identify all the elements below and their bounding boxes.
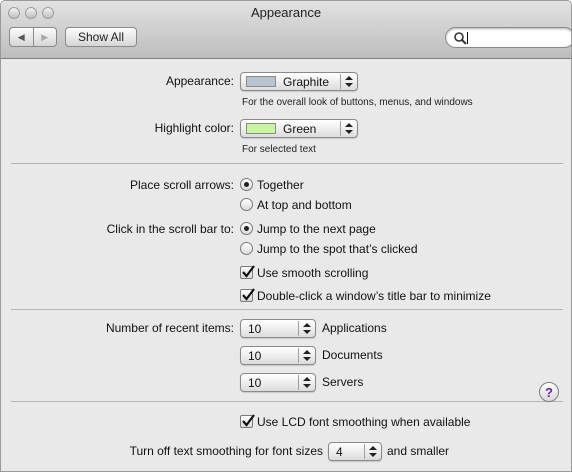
smooth-scrolling-label: Use smooth scrolling [257, 266, 369, 280]
show-all-button[interactable]: Show All [65, 27, 137, 47]
double-click-minimize-checkbox[interactable] [240, 288, 255, 302]
section-divider [11, 401, 563, 402]
window-title: Appearance [250, 5, 322, 20]
radio-jump-to-spot-label: Jump to the spot that’s clicked [257, 242, 418, 256]
checkmark-icon [242, 288, 255, 301]
highlight-color-note: For selected text [242, 144, 316, 155]
appearance-popup[interactable]: Graphite [240, 72, 358, 91]
forward-arrow-icon[interactable]: ▶ [32, 28, 57, 46]
checkmark-icon [242, 265, 255, 278]
back-arrow-icon[interactable]: ◀ [10, 28, 33, 46]
appearance-value: Graphite [283, 75, 330, 89]
scroll-bar-click-label: Click in the scroll bar to: [106, 222, 234, 236]
recent-documents-popup[interactable]: 10 [240, 346, 316, 365]
text-cursor [467, 32, 468, 44]
highlight-color-label: Highlight color: [154, 121, 234, 135]
double-click-minimize-label: Double-click a window’s title bar to min… [257, 289, 491, 303]
highlight-swatch [246, 123, 276, 134]
popup-arrows-icon [298, 375, 314, 390]
appearance-swatch [246, 76, 276, 87]
popup-arrows-icon [364, 444, 380, 459]
text-smoothing-label: Turn off text smoothing for font sizes [129, 444, 323, 458]
search-field[interactable] [445, 27, 571, 48]
radio-selected-dot [244, 182, 249, 187]
highlight-color-value: Green [283, 122, 317, 136]
radio-jump-to-spot[interactable] [240, 242, 253, 255]
title-bar: Appearance ◀ ▶ Show All [1, 1, 571, 59]
question-mark-icon: ? [545, 384, 553, 400]
recent-documents-value: 10 [248, 349, 262, 363]
popup-arrows-icon [340, 74, 356, 89]
preferences-window: Appearance ◀ ▶ Show All Appearance: Grap… [0, 0, 572, 472]
section-divider [11, 309, 563, 310]
popup-arrows-icon [298, 348, 314, 363]
radio-selected-dot [244, 226, 249, 231]
radio-together[interactable] [240, 178, 253, 191]
text-smoothing-suffix: and smaller [387, 444, 450, 458]
popup-arrows-icon [340, 121, 356, 136]
recent-documents-label: Documents [322, 348, 383, 362]
radio-jump-next-page-label: Jump to the next page [257, 222, 376, 236]
radio-jump-next-page[interactable] [240, 222, 253, 235]
help-button[interactable]: ? [539, 382, 559, 402]
section-divider [11, 163, 563, 164]
recent-servers-popup[interactable]: 10 [240, 373, 316, 392]
recent-items-label: Number of recent items: [105, 321, 234, 335]
radio-top-and-bottom[interactable] [240, 198, 253, 211]
popup-arrows-icon [298, 321, 314, 336]
smooth-scrolling-checkbox[interactable] [240, 265, 255, 279]
preferences-content: Appearance: Graphite For the overall loo… [1, 60, 571, 471]
highlight-color-popup[interactable]: Green [240, 119, 358, 138]
appearance-label: Appearance: [165, 74, 234, 88]
lcd-smoothing-label: Use LCD font smoothing when available [257, 415, 471, 429]
lcd-smoothing-checkbox[interactable] [240, 414, 255, 428]
checkmark-icon [242, 414, 255, 427]
recent-servers-value: 10 [248, 376, 262, 390]
text-smoothing-size-value: 4 [336, 445, 343, 459]
recent-applications-value: 10 [248, 322, 262, 336]
appearance-note: For the overall look of buttons, menus, … [242, 97, 473, 108]
back-forward-control: ◀ ▶ [9, 27, 57, 47]
recent-applications-label: Applications [322, 321, 387, 335]
radio-together-label: Together [257, 178, 304, 192]
scroll-arrows-label: Place scroll arrows: [129, 178, 234, 192]
recent-servers-label: Servers [322, 375, 364, 389]
text-smoothing-size-popup[interactable]: 4 [328, 442, 382, 461]
recent-applications-popup[interactable]: 10 [240, 319, 316, 338]
radio-top-and-bottom-label: At top and bottom [257, 198, 352, 212]
